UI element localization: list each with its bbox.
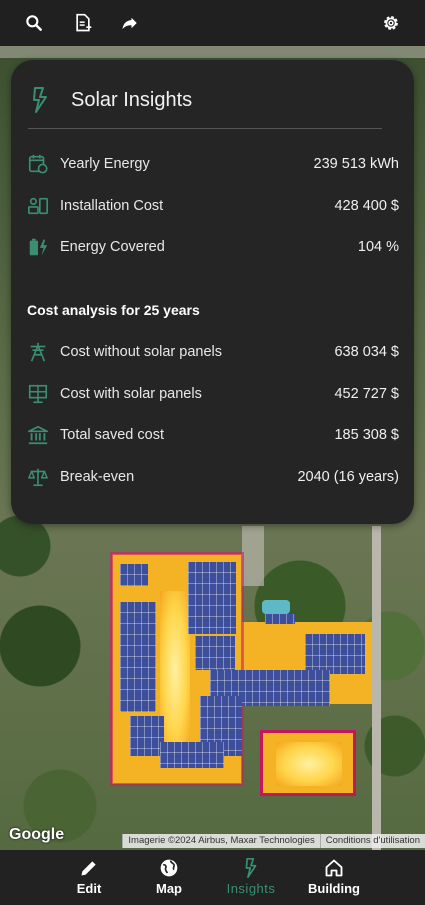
search-button[interactable] [20, 9, 48, 37]
add-note-button[interactable] [69, 9, 97, 37]
card-title: Solar Insights [71, 88, 193, 111]
section-title: Cost analysis for 25 years [27, 302, 200, 318]
solar-panel-icon [26, 382, 50, 406]
nav-insights[interactable]: Insights [211, 858, 291, 896]
row-label: Total saved cost [60, 427, 164, 443]
total-saved-cost-row: Total saved cost 185 308 $ [26, 423, 399, 447]
balance-scale-icon [26, 465, 50, 489]
solar-panels [305, 634, 365, 674]
top-toolbar [0, 0, 425, 46]
settings-button[interactable] [377, 9, 405, 37]
bolt-icon [33, 87, 47, 113]
imagery-credit: Imagerie ©2024 Airbus, Maxar Technologie… [122, 834, 320, 848]
solar-panels [188, 562, 236, 634]
nav-label: Building [308, 881, 360, 896]
solar-panels [120, 564, 148, 586]
power-tower-icon [26, 340, 50, 364]
google-logo: Google [9, 826, 65, 843]
row-value: 452 727 $ [334, 386, 399, 402]
bottom-navigation: Edit Map Insights Building [0, 850, 425, 905]
break-even-row: Break-even 2040 (16 years) [26, 465, 399, 489]
row-label: Installation Cost [60, 198, 164, 214]
bank-icon [26, 423, 50, 447]
note-add-icon [76, 13, 92, 32]
share-button[interactable] [116, 9, 144, 37]
row-value: 428 400 $ [334, 198, 399, 214]
row-label: Yearly Energy [60, 156, 150, 172]
row-value: 239 513 kWh [313, 156, 399, 172]
road [372, 526, 381, 850]
map-attribution: Imagerie ©2024 Airbus, Maxar Technologie… [122, 834, 425, 848]
installation-cost-icon [26, 194, 50, 218]
settings-icon [384, 16, 398, 30]
share-icon [122, 17, 137, 29]
yearly-energy-row: Yearly Energy 239 513 kWh [26, 152, 399, 176]
battery-charging-icon [26, 235, 50, 259]
search-icon [26, 15, 42, 31]
divider [28, 128, 382, 129]
solar-panels [160, 742, 224, 768]
energy-covered-row: Energy Covered 104 % [26, 235, 399, 259]
row-value: 2040 (16 years) [297, 469, 399, 485]
row-value: 638 034 $ [334, 344, 399, 360]
nav-label: Insights [226, 881, 276, 896]
nav-label: Edit [76, 881, 102, 896]
driveway [242, 526, 264, 586]
globe-icon [160, 859, 178, 877]
solar-panels [130, 716, 164, 756]
pool [262, 600, 290, 614]
solar-panels [265, 614, 295, 624]
row-label: Break-even [60, 469, 135, 485]
row-value: 185 308 $ [334, 427, 399, 443]
nav-edit[interactable]: Edit [49, 858, 129, 896]
nav-building[interactable]: Building [294, 858, 374, 896]
cost-with-solar-row: Cost with solar panels 452 727 $ [26, 382, 399, 406]
edit-icon [81, 861, 96, 876]
roof-edge [260, 730, 356, 796]
installation-cost-row: Installation Cost 428 400 $ [26, 194, 399, 218]
card-header: Solar Insights [31, 86, 192, 114]
solar-panels [195, 636, 235, 670]
bolt-icon [245, 858, 257, 878]
home-icon [325, 859, 343, 877]
solar-insights-card: Solar Insights Yearly Energy 239 513 kWh… [11, 60, 414, 524]
row-label: Energy Covered [60, 239, 165, 255]
nav-label: Map [156, 881, 182, 896]
terms-link[interactable]: Conditions d'utilisation [319, 834, 425, 848]
cost-without-solar-row: Cost without solar panels 638 034 $ [26, 340, 399, 364]
row-value: 104 % [357, 239, 399, 255]
row-label: Cost without solar panels [60, 344, 222, 360]
row-label: Cost with solar panels [60, 386, 202, 402]
road [0, 46, 425, 58]
solar-panels [120, 602, 156, 712]
calendar-energy-icon [26, 152, 50, 176]
nav-map[interactable]: Map [129, 858, 209, 896]
